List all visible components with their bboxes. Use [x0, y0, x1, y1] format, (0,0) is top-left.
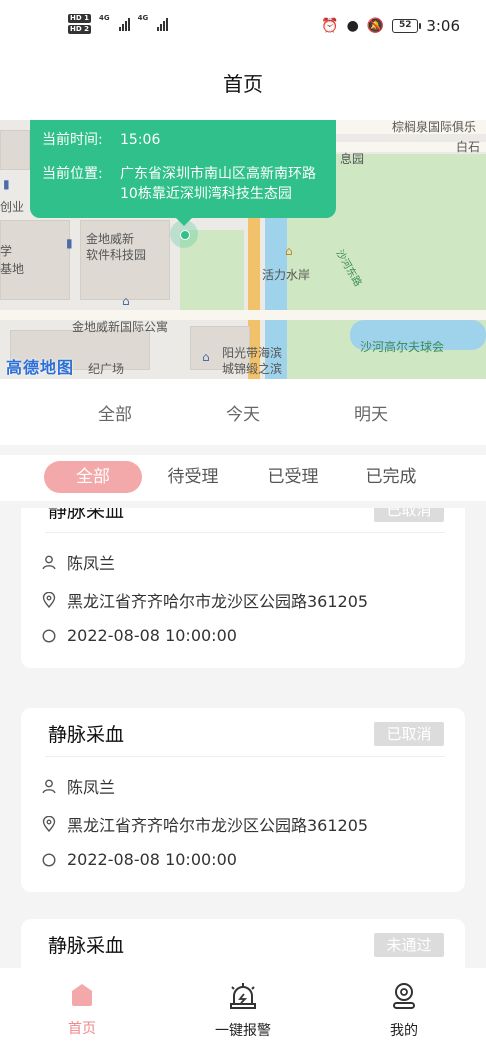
map-label: 棕榈泉国际俱乐 [392, 120, 477, 134]
map-label: 纪广场 [88, 362, 125, 376]
divider [45, 756, 445, 757]
building-icon: ▮ [3, 177, 10, 191]
person-icon [41, 554, 57, 570]
tab-status-completed[interactable]: 已完成 [358, 461, 424, 493]
nav-label: 一键报警 [215, 1023, 271, 1039]
nav-profile[interactable]: 我的 [354, 982, 454, 1040]
time-label: 当前时间: [42, 132, 103, 148]
nav-label: 我的 [390, 1023, 418, 1039]
location-popup: 当前时间: 15:06 当前位置: 广东省深圳市南山区高新南环路10栋靠近深圳湾… [30, 120, 336, 226]
map-label: 城锦缎之滨 [222, 362, 283, 376]
order-title: 静脉采血 [48, 935, 125, 957]
battery-icon: 52 [392, 19, 422, 33]
signal-icon [118, 17, 130, 31]
sim2-badge: HD 2 [68, 25, 91, 34]
date-filter-tabs: 全部 今天 明天 [0, 379, 486, 445]
location-icon: ● [346, 18, 359, 34]
tab-status-all[interactable]: 全部 [44, 461, 142, 493]
nav-home[interactable]: 首页 [32, 982, 132, 1038]
map-label: 创业 [0, 200, 25, 214]
map-label: 金地威新 [86, 232, 135, 246]
location-pin-icon [41, 592, 57, 608]
map-label: 阳光带海滨 [222, 346, 283, 360]
tab-date-all[interactable]: 全部 [83, 400, 147, 425]
status-bar: HD 1 HD 2 4G 4G ⏰ ● 🔕 52 3:06 [0, 0, 486, 56]
address-row: 黑龙江省齐齐哈尔市龙沙区公园路361205 [41, 812, 368, 836]
map-view[interactable]: 棕榈泉国际俱乐 白石 息园 ▮ 创业 学 基地 ▮ 金地威新 软件科技园 ⌂ 活… [0, 120, 486, 379]
status-badge: 未通过 [374, 933, 444, 957]
map-label: 息园 [340, 152, 365, 166]
time-value: 15:06 [120, 132, 161, 148]
map-label: 基地 [0, 262, 25, 276]
appointment-time: 2022-08-08 10:00:00 [67, 850, 237, 869]
home-pin-icon: ⌂ [202, 350, 210, 364]
network-type-1: 4G [98, 14, 110, 22]
landmark-icon: ⌂ [285, 244, 293, 258]
order-card[interactable]: 静脉采血 已取消 陈凤兰 黑龙江省齐齐哈尔市龙沙区公园路361205 2022-… [21, 508, 465, 668]
home-pin-icon: ⌂ [122, 294, 130, 308]
patient-name: 陈凤兰 [67, 778, 116, 797]
nav-label: 首页 [68, 1021, 96, 1037]
map-label: 沙河高尔夫球会 [360, 340, 445, 354]
order-list[interactable]: 静脉采血 已取消 陈凤兰 黑龙江省齐齐哈尔市龙沙区公园路361205 2022-… [0, 508, 486, 968]
map-label: 软件科技园 [86, 248, 147, 262]
order-card[interactable]: 静脉采血 未通过 [21, 919, 465, 968]
building-icon: ▮ [66, 236, 73, 250]
status-badge: 已取消 [374, 508, 444, 522]
person-icon [41, 778, 57, 794]
location-value: 广东省深圳市南山区高新南环路10栋靠近深圳湾科技生态园 [120, 166, 316, 202]
status-filter-tabs: 全部 待受理 已受理 已完成 [0, 455, 486, 501]
time-row: 2022-08-08 10:00:00 [41, 850, 237, 869]
map-logo: 高德地图 [6, 358, 75, 377]
order-title: 静脉采血 [48, 508, 125, 522]
tab-status-pending[interactable]: 待受理 [160, 461, 226, 493]
patient-row: 陈凤兰 [41, 774, 115, 798]
signal-icon [157, 17, 169, 31]
address-text: 黑龙江省齐齐哈尔市龙沙区公园路361205 [67, 592, 369, 611]
network-indicators: HD 1 HD 2 4G 4G [68, 14, 169, 34]
status-badge: 已取消 [374, 722, 444, 746]
appointment-time: 2022-08-08 10:00:00 [67, 626, 237, 645]
map-label: 白石 [456, 140, 481, 154]
bottom-navigation: 首页 一键报警 我的 [0, 968, 486, 1053]
clock: 3:06 [426, 17, 460, 35]
sim-badges: HD 1 HD 2 [68, 14, 91, 34]
patient-row: 陈凤兰 [41, 550, 115, 574]
map-label: 活力水岸 [262, 268, 311, 282]
map-label: 学 [0, 244, 13, 258]
order-title: 静脉采血 [48, 724, 125, 746]
page-header: 首页 [0, 56, 486, 120]
network-type-2: 4G [137, 14, 149, 22]
location-label: 当前位置: [42, 166, 103, 182]
alarm-siren-icon [228, 983, 258, 1014]
current-location-pin [170, 220, 198, 248]
sim1-badge: HD 1 [68, 14, 91, 23]
home-icon [69, 984, 95, 1012]
tab-status-accepted[interactable]: 已受理 [260, 461, 326, 493]
order-card[interactable]: 静脉采血 已取消 陈凤兰 黑龙江省齐齐哈尔市龙沙区公园路361205 2022-… [21, 708, 465, 892]
page-title: 首页 [223, 72, 263, 96]
map-label: 金地威新国际公寓 [72, 320, 169, 334]
clock-icon [41, 628, 57, 644]
clock-icon [41, 852, 57, 868]
mute-icon: 🔕 [366, 18, 385, 34]
nav-alarm[interactable]: 一键报警 [193, 982, 293, 1040]
divider [45, 532, 445, 533]
location-pin-icon [41, 816, 57, 832]
tab-date-today[interactable]: 今天 [211, 400, 275, 425]
patient-name: 陈凤兰 [67, 554, 116, 573]
address-row: 黑龙江省齐齐哈尔市龙沙区公园路361205 [41, 588, 368, 612]
time-row: 2022-08-08 10:00:00 [41, 626, 237, 645]
tab-date-tomorrow[interactable]: 明天 [339, 400, 403, 425]
profile-icon [390, 983, 418, 1014]
alarm-icon: ⏰ [321, 18, 339, 34]
system-indicators: ⏰ ● 🔕 52 3:06 [321, 17, 460, 35]
address-text: 黑龙江省齐齐哈尔市龙沙区公园路361205 [67, 816, 369, 835]
